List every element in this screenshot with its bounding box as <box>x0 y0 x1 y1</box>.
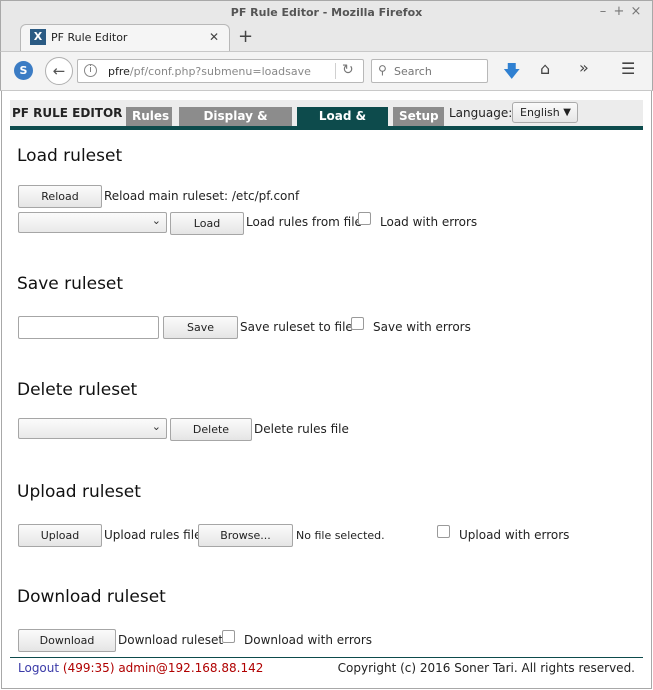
url-text[interactable]: pfre/pf/conf.php?submenu=loadsave <box>108 65 311 78</box>
window-titlebar: PF Rule Editor - Mozilla Firefox – + × <box>0 0 653 24</box>
upload-heading: Upload ruleset <box>17 482 141 502</box>
file-status: No file selected. <box>296 529 385 542</box>
load-file-select[interactable]: ⌄ <box>18 212 167 233</box>
load-text: Load rules from file <box>246 215 362 229</box>
upload-text: Upload rules file: <box>104 528 206 542</box>
download-text: Download ruleset <box>118 633 224 647</box>
tab-title: PF Rule Editor <box>51 31 128 44</box>
search-icon: ⚲ <box>378 63 387 77</box>
tab-load-save[interactable]: Load & Save <box>297 107 388 142</box>
url-path: /pf/conf.php?submenu=loadsave <box>129 65 311 78</box>
reload-text: Reload main ruleset: /etc/pf.conf <box>104 189 300 203</box>
menu-icon[interactable]: ☰ <box>621 59 635 78</box>
save-heading: Save ruleset <box>17 274 124 294</box>
close-window-icon[interactable]: × <box>628 4 644 20</box>
chevron-down-icon: ⌄ <box>151 214 161 227</box>
download-errors-label: Download with errors <box>244 633 373 647</box>
sync-icon[interactable]: S <box>14 61 33 80</box>
overflow-icon[interactable]: » <box>579 58 589 77</box>
reload-icon[interactable]: ↻ <box>342 62 354 78</box>
home-icon[interactable]: ⌂ <box>540 59 550 78</box>
url-host: pfre <box>108 65 130 78</box>
language-select[interactable]: English ▼ <box>512 102 578 123</box>
minimize-icon[interactable]: – <box>595 4 611 20</box>
maximize-icon[interactable]: + <box>611 4 627 20</box>
upload-button[interactable]: Upload <box>18 524 102 547</box>
save-errors-checkbox[interactable] <box>351 317 364 330</box>
load-button[interactable]: Load <box>170 212 244 235</box>
save-errors-label: Save with errors <box>373 320 471 334</box>
chevron-down-icon: ▼ <box>563 107 571 118</box>
save-filename-input[interactable] <box>18 316 159 339</box>
delete-file-select[interactable]: ⌄ <box>18 418 167 439</box>
load-errors-checkbox[interactable] <box>358 212 371 225</box>
navigation-bar: S ← i pfre/pf/conf.php?submenu=loadsave … <box>0 51 653 91</box>
footer-session: Logout (499:35) admin@192.168.88.142 <box>18 661 263 675</box>
load-errors-label: Load with errors <box>380 215 478 229</box>
back-icon[interactable]: ← <box>45 57 73 85</box>
url-separator <box>335 63 336 79</box>
language-label: Language: <box>449 106 513 120</box>
tab-strip: X PF Rule Editor ✕ + <box>0 24 653 51</box>
pfre-favicon-icon: X <box>30 29 46 45</box>
download-heading: Download ruleset <box>17 587 166 607</box>
reload-button[interactable]: Reload <box>18 185 102 208</box>
search-bar[interactable]: ⚲ <box>371 59 488 83</box>
tab-setup[interactable]: Setup <box>393 107 444 126</box>
close-tab-icon[interactable]: ✕ <box>209 30 219 44</box>
save-text: Save ruleset to file <box>240 320 353 334</box>
url-bar[interactable]: i pfre/pf/conf.php?submenu=loadsave ↻ <box>77 59 364 83</box>
browse-button[interactable]: Browse... <box>198 524 293 547</box>
app-title: PF RULE EDITOR <box>12 106 123 120</box>
search-input[interactable] <box>394 63 482 79</box>
tab-display-install[interactable]: Display & Install <box>179 107 292 142</box>
copyright-text: Copyright (c) 2016 Soner Tari. All right… <box>337 661 635 675</box>
upload-errors-label: Upload with errors <box>459 528 570 542</box>
page-content: PF RULE EDITOR Rules Display & Install L… <box>1 91 652 689</box>
language-value: English <box>520 106 560 119</box>
chevron-down-icon: ⌄ <box>151 420 161 433</box>
footer-divider <box>10 657 643 658</box>
download-button[interactable]: Download <box>18 629 116 652</box>
download-icon[interactable]: 🡇 <box>503 59 520 88</box>
download-errors-checkbox[interactable] <box>222 630 235 643</box>
save-button[interactable]: Save <box>163 316 238 339</box>
upload-errors-checkbox[interactable] <box>437 525 450 538</box>
info-icon[interactable]: i <box>84 64 97 77</box>
app-menubar: PF RULE EDITOR Rules Display & Install L… <box>10 100 643 142</box>
load-heading: Load ruleset <box>17 146 123 166</box>
delete-heading: Delete ruleset <box>17 380 138 400</box>
delete-text: Delete rules file <box>254 422 349 436</box>
window-title: PF Rule Editor - Mozilla Firefox <box>230 6 423 19</box>
delete-button[interactable]: Delete <box>170 418 252 441</box>
session-info: (499:35) admin@192.168.88.142 <box>62 661 264 675</box>
menu-divider <box>10 126 643 130</box>
new-tab-icon[interactable]: + <box>238 26 253 47</box>
tab-rules[interactable]: Rules <box>126 107 172 126</box>
browser-tab[interactable]: X PF Rule Editor ✕ <box>20 24 230 51</box>
logout-link[interactable]: Logout <box>18 661 59 675</box>
